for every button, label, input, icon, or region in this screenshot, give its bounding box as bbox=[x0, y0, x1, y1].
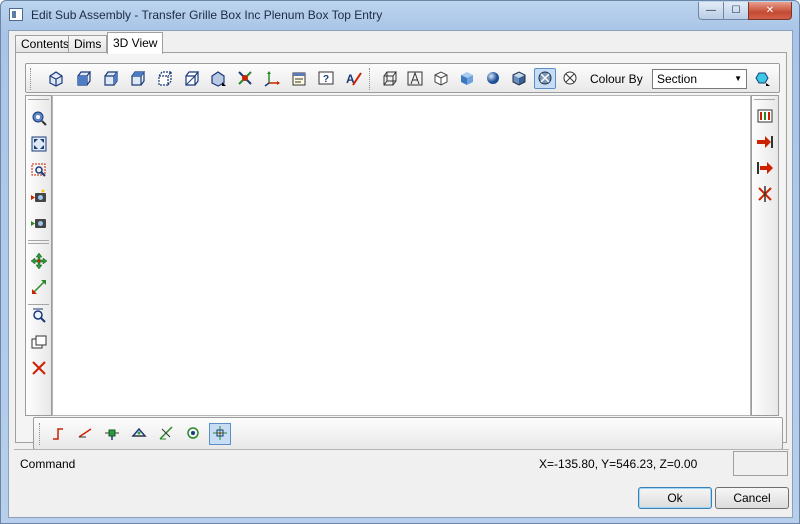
toolbar-grip[interactable] bbox=[754, 99, 775, 100]
snap-node-icon[interactable] bbox=[182, 423, 204, 445]
tab-contents[interactable]: Contents bbox=[15, 35, 76, 53]
status-bar: Command X=-135.80, Y=546.23, Z=0.00 bbox=[14, 449, 789, 476]
snap-grid-icon[interactable] bbox=[209, 423, 231, 445]
bottom-snap-toolbar bbox=[33, 417, 783, 450]
zoom-pan-icon[interactable] bbox=[29, 109, 49, 129]
maximize-button[interactable]: ☐ bbox=[723, 2, 749, 20]
top-view-icon[interactable] bbox=[180, 68, 202, 89]
dialog-client: Contents Dims 3D View ? A Colour By Sect… bbox=[8, 30, 793, 518]
scale-icon[interactable] bbox=[29, 278, 49, 298]
camera-playback-icon[interactable] bbox=[29, 213, 49, 233]
snap-line-icon[interactable] bbox=[74, 423, 96, 445]
svg-text:?: ? bbox=[323, 74, 329, 85]
zoom-extents-icon[interactable] bbox=[29, 135, 49, 155]
snap-midpoint-icon[interactable] bbox=[101, 423, 123, 445]
toolbar-grip[interactable] bbox=[28, 99, 49, 100]
outline-icon[interactable] bbox=[430, 68, 452, 89]
import-red-icon[interactable] bbox=[755, 159, 775, 179]
export-red-icon[interactable] bbox=[755, 133, 775, 153]
colour-palette-icon[interactable] bbox=[751, 68, 773, 89]
axis-rotate-icon[interactable] bbox=[234, 68, 256, 89]
window-title: Edit Sub Assembly - Transfer Grille Box … bbox=[31, 8, 383, 22]
3d-viewport[interactable] bbox=[52, 95, 751, 416]
section-render-icon[interactable] bbox=[534, 68, 556, 89]
colour-by-label: Colour By bbox=[590, 72, 643, 86]
toolbar-grip[interactable] bbox=[30, 68, 33, 90]
app-icon bbox=[9, 8, 23, 21]
properties-icon[interactable] bbox=[288, 68, 310, 89]
delete-icon[interactable] bbox=[29, 359, 49, 379]
3d-view-panel: ? A Colour By Section ▼ bbox=[15, 52, 787, 450]
snap-center-icon[interactable] bbox=[128, 423, 150, 445]
snap-intersect-icon[interactable] bbox=[155, 423, 177, 445]
bottom-view-icon[interactable] bbox=[207, 68, 229, 89]
toolbar-separator bbox=[28, 243, 49, 244]
top-toolbar: ? A Colour By Section ▼ bbox=[25, 63, 780, 93]
colour-by-select[interactable]: Section bbox=[652, 69, 747, 89]
cut-icon[interactable] bbox=[755, 185, 775, 205]
zoom-window-icon[interactable] bbox=[29, 161, 49, 181]
copy-icon[interactable] bbox=[29, 333, 49, 353]
move-icon[interactable] bbox=[29, 252, 49, 272]
status-panel bbox=[733, 451, 788, 476]
help-icon[interactable]: ? bbox=[315, 68, 337, 89]
tab-3d-view[interactable]: 3D View bbox=[107, 32, 164, 54]
snap-endpoint-icon[interactable] bbox=[47, 423, 69, 445]
sphere-shaded-icon[interactable] bbox=[482, 68, 504, 89]
toolbar-grip[interactable] bbox=[39, 423, 42, 445]
right-view-icon[interactable] bbox=[153, 68, 175, 89]
iso-view-icon[interactable] bbox=[45, 68, 67, 89]
front-view-icon[interactable] bbox=[72, 68, 94, 89]
tab-dims[interactable]: Dims bbox=[68, 35, 108, 53]
command-label: Command bbox=[20, 457, 76, 471]
title-bar[interactable]: Edit Sub Assembly - Transfer Grille Box … bbox=[1, 1, 799, 29]
wireframe-icon[interactable] bbox=[378, 68, 400, 89]
solid-shaded-icon[interactable] bbox=[508, 68, 530, 89]
text-edit-icon[interactable]: A bbox=[342, 68, 364, 89]
toolbar-grip[interactable] bbox=[369, 68, 372, 90]
zoom-select-icon[interactable] bbox=[29, 307, 49, 327]
minimize-button[interactable]: — bbox=[698, 2, 724, 20]
hidden-line-icon[interactable] bbox=[404, 68, 426, 89]
left-toolbar bbox=[25, 95, 52, 416]
columns-icon[interactable] bbox=[755, 107, 775, 127]
section-clear-icon[interactable] bbox=[559, 68, 581, 89]
toolbar-separator bbox=[28, 304, 49, 305]
left-view-icon[interactable] bbox=[126, 68, 148, 89]
camera-record-icon[interactable] bbox=[29, 187, 49, 207]
close-button[interactable]: ✕ bbox=[748, 2, 792, 20]
right-toolbar bbox=[751, 95, 779, 416]
ok-button[interactable]: Ok bbox=[638, 487, 712, 509]
back-view-icon[interactable] bbox=[99, 68, 121, 89]
toolbar-separator bbox=[28, 240, 49, 241]
coordinates-readout: X=-135.80, Y=546.23, Z=0.00 bbox=[539, 457, 698, 471]
ucs-icon[interactable] bbox=[261, 68, 283, 89]
dialog-window: Edit Sub Assembly - Transfer Grille Box … bbox=[0, 0, 800, 524]
cancel-button[interactable]: Cancel bbox=[715, 487, 789, 509]
shaded-icon[interactable] bbox=[456, 68, 478, 89]
